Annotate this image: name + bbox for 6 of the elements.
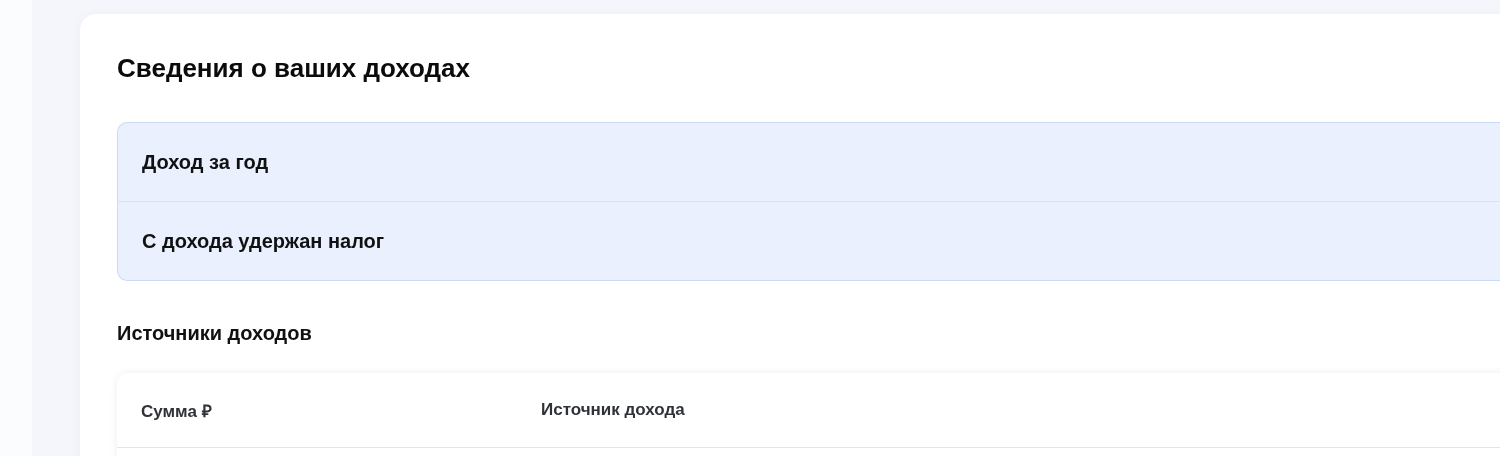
page-title: Сведения о ваших доходах: [117, 52, 471, 85]
summary-label: Доход за год: [142, 150, 269, 174]
section-heading: Источники доходов: [117, 321, 313, 346]
column-header: Сумма ₽: [140, 400, 213, 422]
summary-label: С дохода удержан налог: [142, 229, 385, 253]
column-header: Источник дохода: [541, 400, 685, 420]
